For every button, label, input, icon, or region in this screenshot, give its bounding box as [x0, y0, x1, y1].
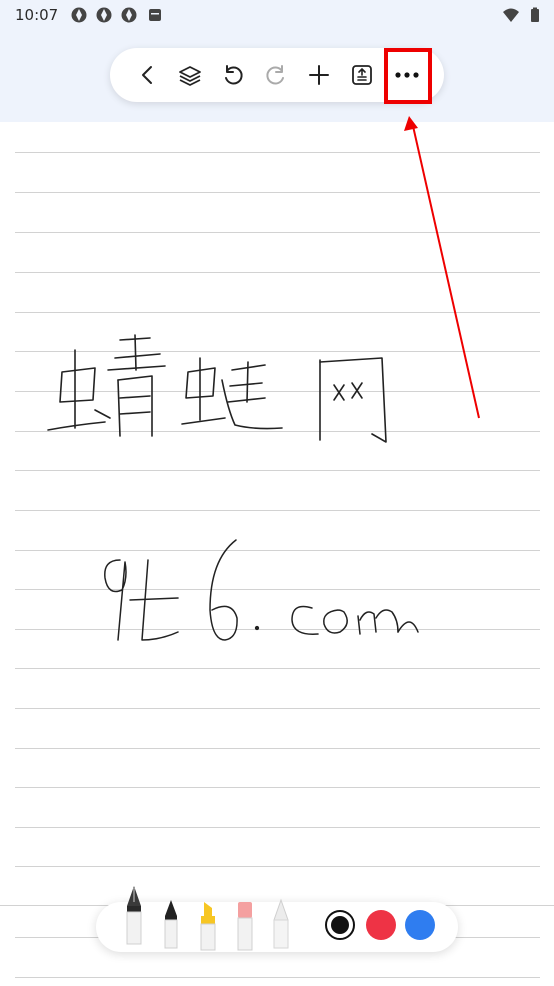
ink-text-url [104, 539, 419, 641]
color-blue[interactable] [405, 910, 435, 940]
marker-icon [164, 900, 178, 949]
pencil-icon [273, 898, 289, 949]
eraser-tool[interactable] [235, 900, 255, 952]
highlighter-tool[interactable] [198, 900, 218, 952]
eraser-icon [237, 902, 253, 951]
pencil-tool[interactable] [271, 898, 291, 952]
color-black-selected[interactable] [325, 910, 355, 940]
fountain-pen-tool[interactable] [123, 884, 145, 952]
ink-char-qing [47, 334, 166, 437]
marker-tool[interactable] [161, 898, 181, 952]
handwriting-strokes [47, 334, 419, 641]
ink-char-wang [319, 357, 387, 443]
highlighter-icon [200, 902, 216, 951]
fountain-pen-icon [126, 886, 142, 945]
color-red[interactable] [366, 910, 396, 940]
ink-char-ting [181, 357, 283, 430]
color-swatch-black [331, 916, 349, 934]
